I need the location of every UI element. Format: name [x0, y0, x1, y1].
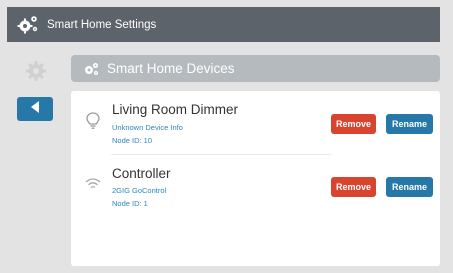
back-button[interactable] [17, 97, 53, 121]
device-list: Living Room Dimmer Unknown Device Info N… [71, 91, 440, 266]
device-name: Controller [112, 166, 171, 181]
device-row: Living Room Dimmer Unknown Device Info N… [71, 91, 440, 153]
smart-home-gears-icon [17, 15, 39, 35]
node-id: Node ID: 10 [112, 136, 153, 145]
row-divider [111, 154, 331, 155]
gear-icon [25, 60, 47, 82]
device-name: Living Room Dimmer [112, 102, 239, 117]
window-title: Smart Home Settings [47, 18, 157, 31]
rename-button[interactable]: Rename [386, 177, 433, 197]
triangle-left-icon [30, 100, 40, 118]
node-id: Node ID: 1 [112, 199, 148, 208]
lightbulb-icon [85, 112, 101, 130]
device-info: Unknown Device Info [112, 123, 183, 132]
section-title: Smart Home Devices [107, 61, 235, 76]
device-info: 2GIG GoControl [112, 186, 167, 195]
gears-icon [83, 62, 99, 76]
wifi-icon [85, 177, 101, 195]
section-header: Smart Home Devices [71, 55, 440, 82]
title-bar: Smart Home Settings [7, 7, 440, 42]
remove-button[interactable]: Remove [331, 114, 376, 134]
device-row: Controller 2GIG GoControl Node ID: 1 Rem… [71, 157, 440, 219]
rename-button[interactable]: Rename [386, 114, 433, 134]
remove-button[interactable]: Remove [331, 177, 376, 197]
